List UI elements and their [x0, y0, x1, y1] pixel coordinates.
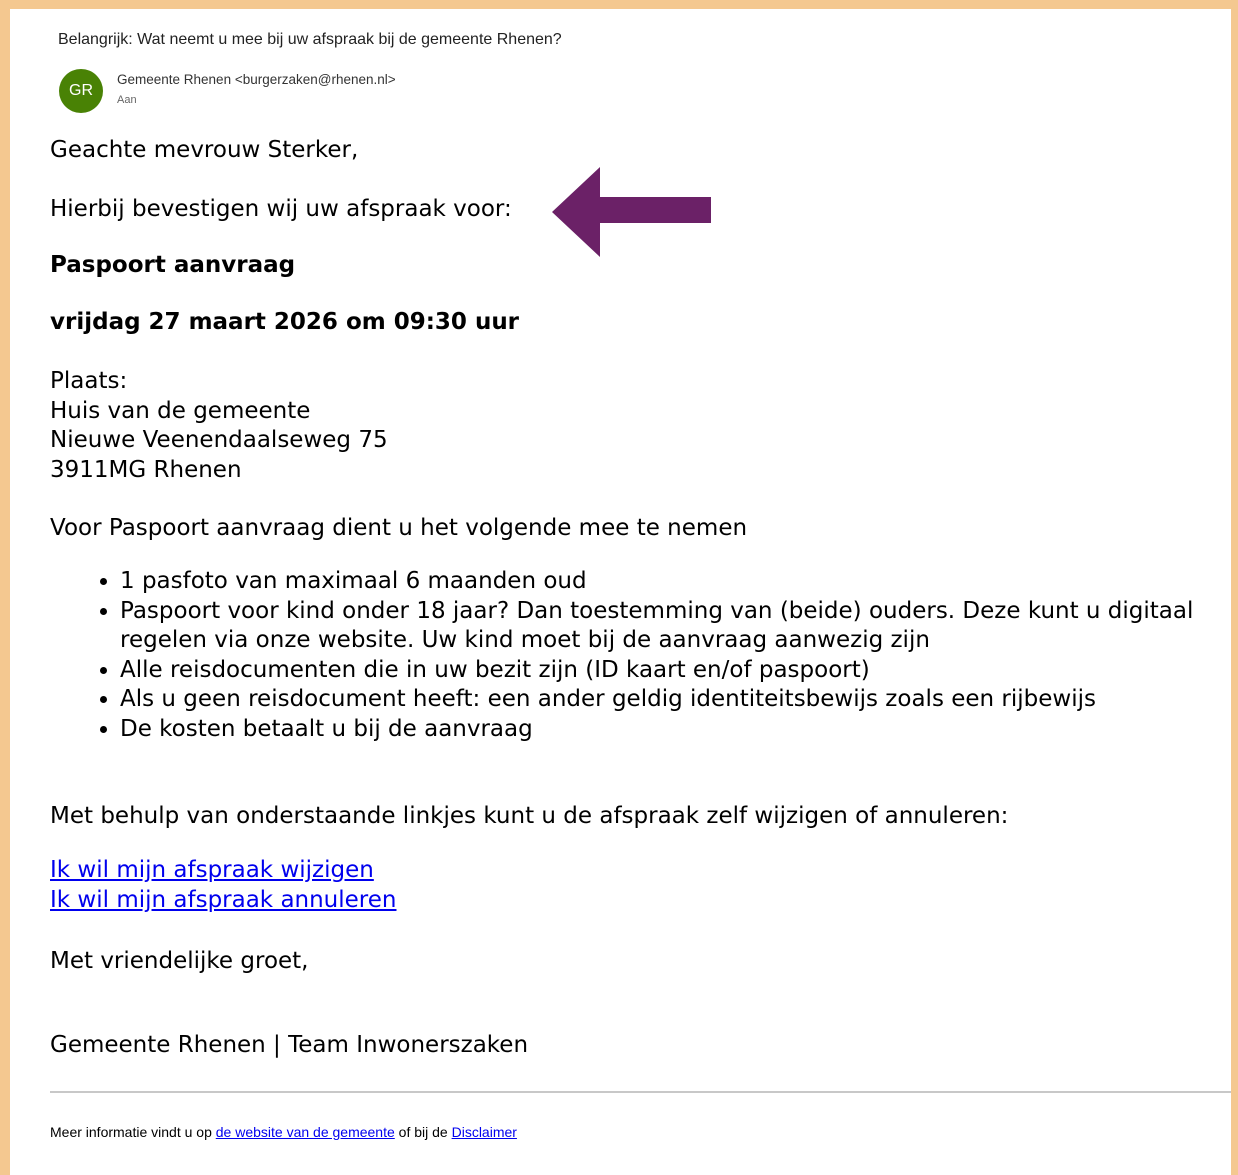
- appointment-datetime: vrijdag 27 maart 2026 om 09:30 uur: [50, 309, 520, 335]
- list-item: Als u geen reisdocument heeft: een ander…: [120, 685, 1235, 715]
- sender-address[interactable]: Gemeente Rhenen <burgerzaken@rhenen.nl>: [117, 72, 396, 87]
- appointment-type: Paspoort aanvraag: [50, 252, 296, 278]
- list-item: Alle reisdocumenten die in uw bezit zijn…: [120, 656, 1235, 686]
- location-name: Huis van de gemeente: [50, 398, 311, 424]
- signature: Gemeente Rhenen | Team Inwonerszaken: [50, 1032, 529, 1058]
- requirements-list: 1 pasfoto van maximaal 6 maanden oud Pas…: [50, 567, 1235, 744]
- list-item: 1 pasfoto van maximaal 6 maanden oud: [120, 567, 1235, 597]
- change-appointment-link[interactable]: Ik wil mijn afspraak wijzigen: [50, 857, 374, 883]
- location-street: Nieuwe Veenendaalseweg 75: [50, 427, 388, 453]
- confirm-line: Hierbij bevestigen wij uw afspraak voor:: [50, 196, 512, 222]
- location-city: 3911MG Rhenen: [50, 457, 242, 483]
- email-subject: Belangrijk: Wat neemt u mee bij uw afspr…: [58, 31, 562, 48]
- footer-text-middle: of bij de: [394, 1124, 452, 1140]
- sender-avatar[interactable]: GR: [59, 69, 103, 113]
- list-item: Paspoort voor kind onder 18 jaar? Dan to…: [120, 597, 1235, 656]
- website-link[interactable]: de website van de gemeente: [216, 1124, 395, 1140]
- closing: Met vriendelijke groet,: [50, 948, 309, 974]
- footer: Meer informatie vindt u op de website va…: [50, 1124, 517, 1140]
- requirements-intro: Voor Paspoort aanvraag dient u het volge…: [50, 515, 748, 541]
- arrow-shape: [552, 167, 711, 257]
- left-arrow-annotation-icon: [552, 167, 711, 257]
- cancel-appointment-link[interactable]: Ik wil mijn afspraak annuleren: [50, 887, 396, 913]
- email-window: Belangrijk: Wat neemt u mee bij uw afspr…: [10, 9, 1231, 1175]
- disclaimer-link[interactable]: Disclaimer: [452, 1124, 517, 1140]
- links-intro: Met behulp van onderstaande linkjes kunt…: [50, 803, 1009, 829]
- greeting: Geachte mevrouw Sterker,: [50, 137, 359, 163]
- location-label: Plaats:: [50, 368, 128, 394]
- list-item: De kosten betaalt u bij de aanvraag: [120, 715, 1235, 745]
- footer-text-before: Meer informatie vindt u op: [50, 1124, 216, 1140]
- recipient-label: Aan: [117, 94, 137, 106]
- appointment-links: Ik wil mijn afspraak wijzigen Ik wil mij…: [50, 855, 396, 915]
- divider: [50, 1091, 1231, 1093]
